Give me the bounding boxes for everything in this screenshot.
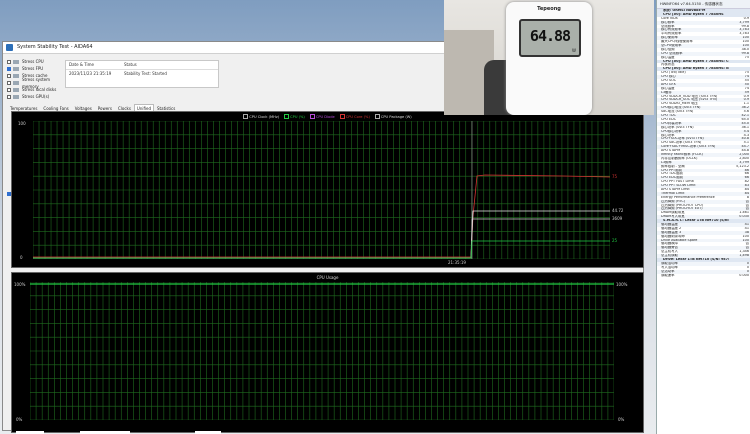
- checkbox-checked[interactable]: [7, 66, 11, 71]
- date-cell: 2023/11/23 21:35:19: [69, 71, 112, 76]
- legend-label: CPU Package (W): [380, 114, 412, 119]
- y-axis-bottom-right-label: 0%: [618, 417, 625, 422]
- checkbox[interactable]: [7, 94, 11, 99]
- unified-graph-plot: [33, 121, 610, 259]
- meter-reading: 64.88: [529, 27, 571, 45]
- y-axis-top-label: 100: [18, 121, 26, 126]
- legend-item[interactable]: CPU Clock (MHz): [243, 114, 279, 119]
- webcam-photo-overlay: Tepeong 64.88 W: [444, 0, 654, 115]
- legend-item[interactable]: CPU Package (W): [374, 114, 412, 119]
- table-row[interactable]: 2023/11/23 21:35:19 Stability Test: Start…: [66, 70, 218, 78]
- y-axis-bottom-label: 0: [20, 255, 23, 260]
- legend-label: CPU Core (%): [345, 114, 370, 119]
- unified-graph-panel: CPU Clock (MHz) CPU (%) CPU Diode CPU Co…: [11, 111, 644, 268]
- right-value-label: 25: [612, 238, 618, 243]
- cpu-chip-icon: [13, 59, 19, 64]
- cache-chip-icon: [13, 73, 19, 78]
- status-cell: Stability Test: Started: [124, 71, 167, 76]
- column-header-status: Status: [124, 62, 137, 67]
- stress-option-gpu[interactable]: Stress GPU(s): [7, 93, 62, 100]
- aida64-logo-icon: [6, 44, 13, 51]
- legend-item[interactable]: CPU Diode: [309, 114, 335, 119]
- stress-option-label: Stress local disks: [22, 87, 57, 92]
- window-title: System Stability Test - AIDA64: [17, 44, 93, 50]
- stress-option-cpu[interactable]: Stress CPU: [7, 58, 62, 65]
- legend-label: CPU Clock (MHz): [249, 114, 280, 119]
- right-value-label: 3609: [612, 216, 623, 221]
- checkbox[interactable]: [7, 87, 11, 92]
- sensor-list: 系统: ORMSI NovBox-M CPU [#0]: AMD Ryzen 7 …: [657, 9, 750, 277]
- x-axis-time-label: 21:35:19: [448, 260, 466, 265]
- graph-title: CPU Usage: [316, 275, 339, 280]
- legend-item[interactable]: CPU (%): [284, 114, 305, 119]
- sensor-name: 读取速率: [661, 273, 675, 277]
- gpu-icon: [13, 94, 19, 99]
- stress-option-fpu[interactable]: Stress FPU: [7, 65, 62, 72]
- legend-label: CPU Diode: [315, 114, 335, 119]
- y-axis-bottom-label: 0%: [16, 417, 23, 422]
- stress-option-label: Stress CPU: [22, 59, 44, 64]
- cpu-usage-plot: [30, 282, 614, 420]
- stress-option-memory[interactable]: Stress system memory: [7, 77, 62, 89]
- hwinfo-sensor-panel: HWiNFO64 v7.64-5150 - 传感器状态 系统: ORMSI No…: [656, 0, 750, 434]
- legend-swatch: [374, 114, 380, 119]
- disk-icon: [13, 87, 19, 92]
- stress-option-disks[interactable]: Stress local disks: [7, 86, 62, 93]
- stress-option-label: Stress GPU(s): [22, 94, 50, 99]
- right-value-label: 75: [612, 174, 618, 179]
- checkbox[interactable]: [7, 73, 11, 78]
- y-axis-top-right-label: 100%: [616, 282, 628, 287]
- hwinfo-title: HWiNFO64 v7.64-5150 - 传感器状态: [657, 0, 750, 9]
- status-table: Date & Time Status 2023/11/23 21:35:19 Sta…: [65, 60, 219, 88]
- wattmeter-device: Tepeong 64.88 W: [506, 2, 592, 115]
- stress-options-list: Stress CPU Stress FPU Stress cache Stres…: [7, 58, 62, 100]
- legend-swatch: [339, 114, 345, 119]
- meter-display: 64.88 W: [519, 19, 581, 57]
- memory-icon: [13, 80, 19, 85]
- sensor-value: 0.000: [739, 273, 749, 277]
- checkbox[interactable]: [7, 59, 11, 64]
- legend-swatch: [243, 114, 249, 119]
- cpu-usage-graph-panel: CPU Usage 100% 0% 100% 0%: [11, 272, 644, 433]
- y-axis-top-label: 100%: [14, 282, 26, 287]
- checkbox[interactable]: [7, 80, 11, 85]
- legend-swatch: [309, 114, 315, 119]
- legend-item[interactable]: CPU Core (%): [339, 114, 370, 119]
- legend-label: CPU (%): [290, 114, 305, 119]
- meter-unit: W: [572, 48, 576, 53]
- fpu-chip-icon: [13, 66, 19, 71]
- legend-swatch: [284, 114, 290, 119]
- sensor-row[interactable]: 读取速率 0.000: [657, 274, 750, 278]
- column-header-date: Date & Time: [69, 62, 95, 67]
- right-value-label: 44.72: [612, 208, 624, 213]
- meter-brand: Tepeong: [537, 6, 561, 12]
- stress-option-label: Stress FPU: [22, 66, 44, 71]
